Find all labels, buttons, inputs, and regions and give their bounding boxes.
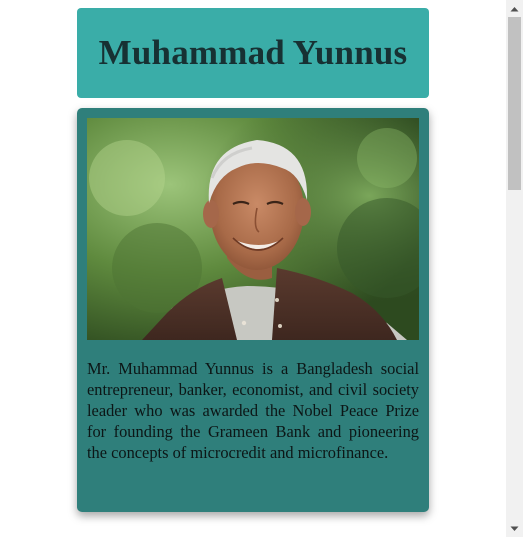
bio-paragraph: Mr. Muhammad Yunnus is a Bangladesh soci… bbox=[87, 359, 419, 462]
bio-card: Mr. Muhammad Yunnus is a Bangladesh soci… bbox=[77, 108, 429, 512]
portrait-photo bbox=[87, 118, 419, 340]
scrollbar-thumb[interactable] bbox=[508, 17, 521, 190]
chevron-down-icon[interactable] bbox=[506, 520, 523, 537]
vertical-scrollbar[interactable] bbox=[506, 0, 523, 537]
title-card: Muhammad Yunnus bbox=[77, 8, 429, 98]
chevron-up-icon[interactable] bbox=[506, 0, 523, 17]
page-title: Muhammad Yunnus bbox=[98, 33, 408, 72]
